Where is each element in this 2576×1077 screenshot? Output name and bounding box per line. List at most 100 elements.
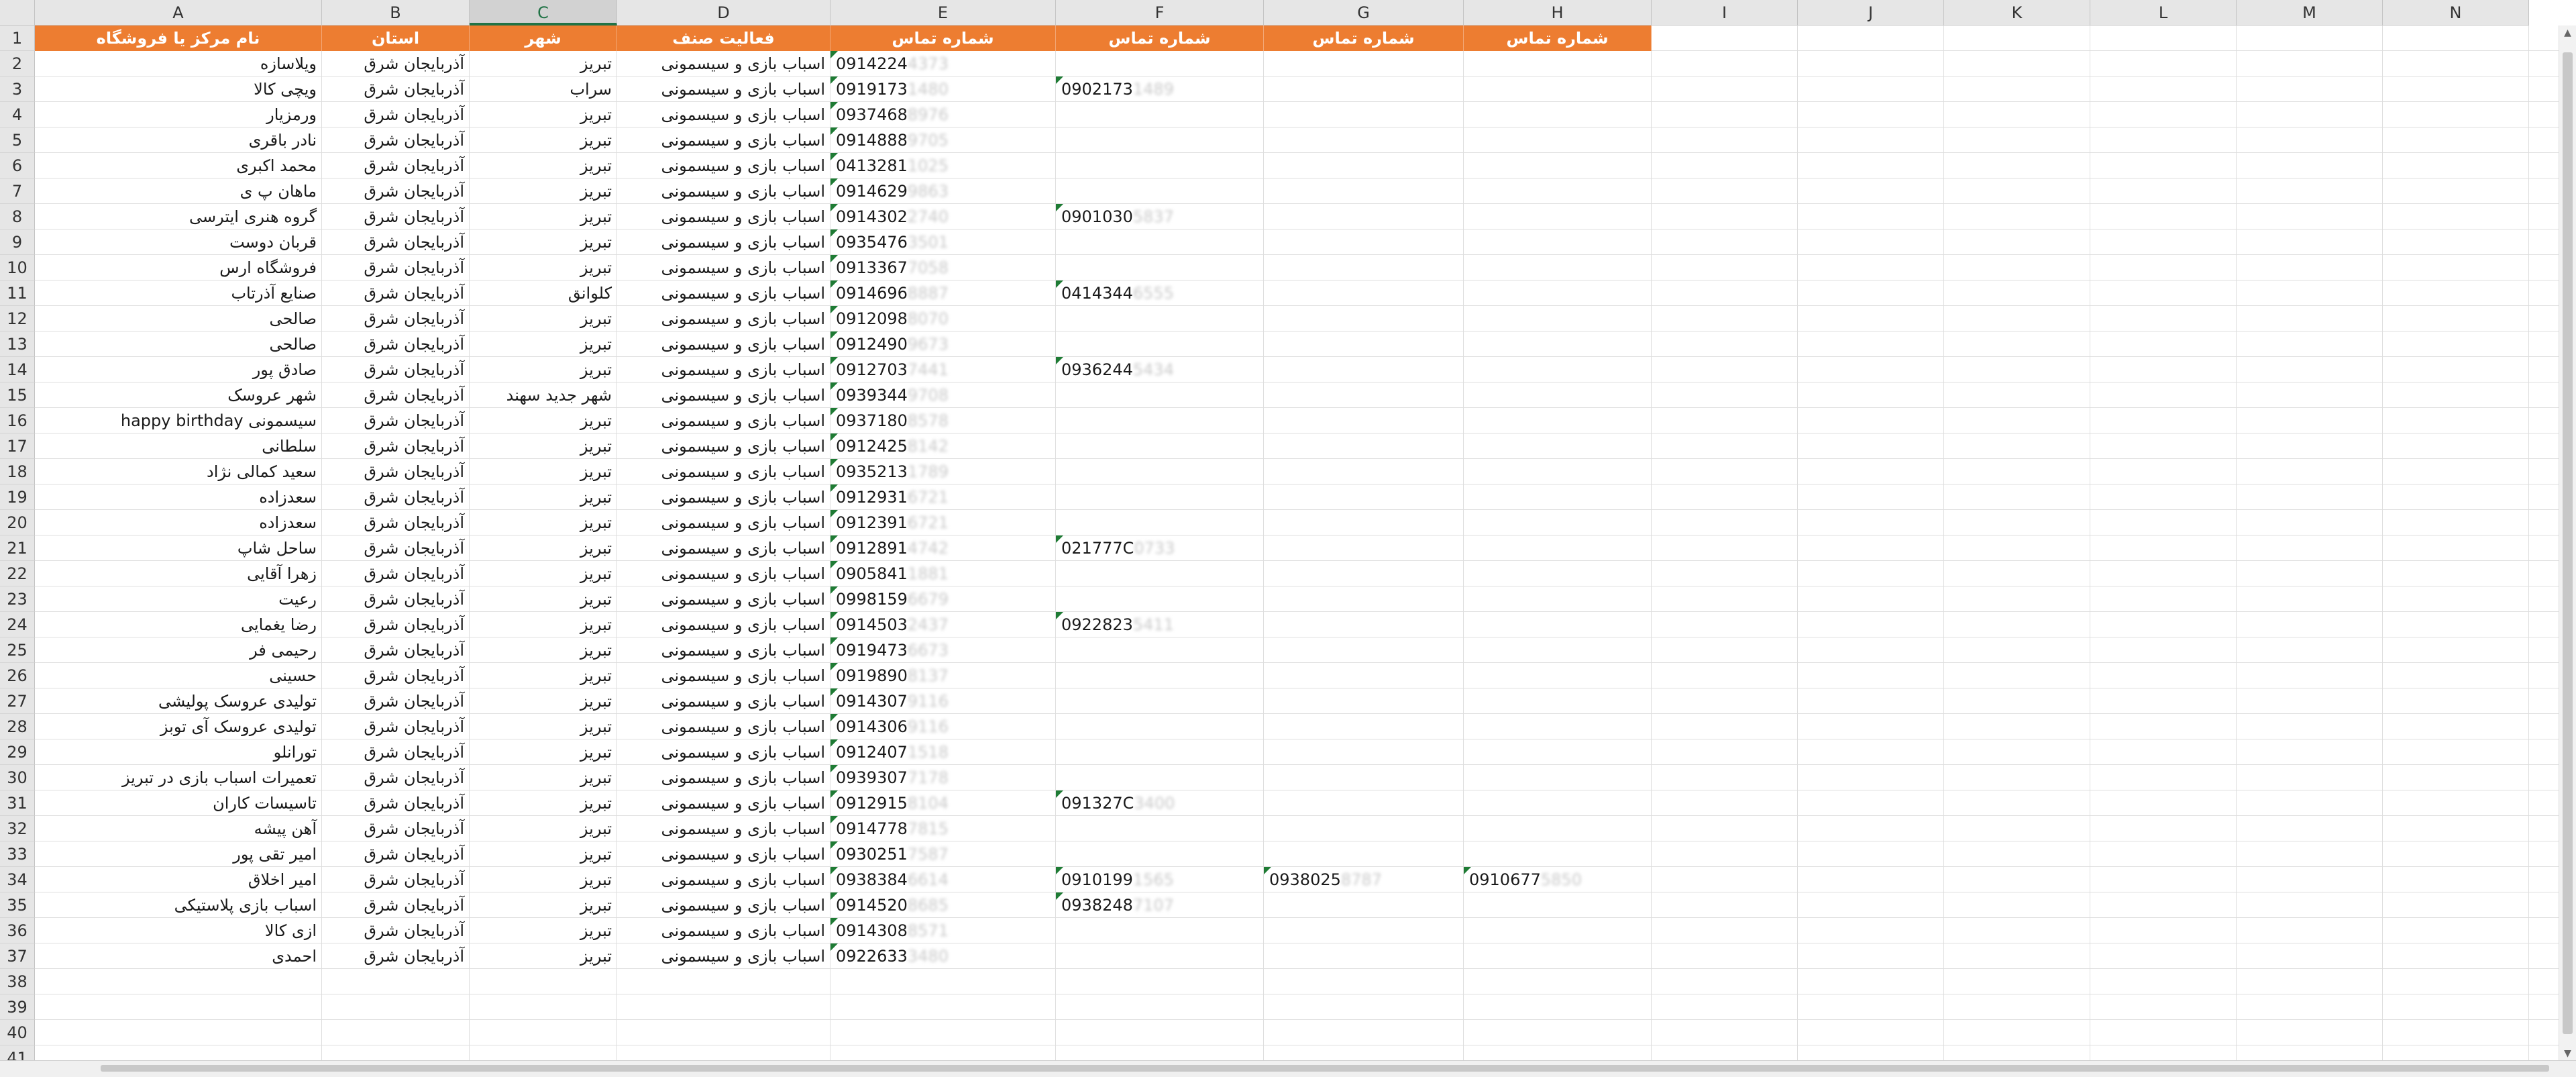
activity-cell[interactable]: اسباب بازی و سیسمونی [617,841,830,867]
header-cell-h[interactable]: شماره تماس [1464,25,1652,51]
row-header-25[interactable]: 25 [0,637,35,663]
phone-cell[interactable]: 09124071518 [830,739,1056,765]
row-header-2[interactable]: 2 [0,51,35,76]
city-cell[interactable]: تبریز [470,841,617,867]
phone-cell[interactable]: 09371808578 [830,408,1056,433]
phone-cell[interactable]: 09128914742 [830,535,1056,561]
city-cell[interactable]: تبریز [470,102,617,127]
column-header-m[interactable]: M [2237,0,2383,25]
activity-cell[interactable]: اسباب بازی و سیسمونی [617,408,830,433]
store-name-cell[interactable]: نادر باقری [35,127,322,153]
row-header-5[interactable]: 5 [0,127,35,153]
row-header-35[interactable]: 35 [0,892,35,918]
province-cell[interactable]: آذربایجان شرق [322,816,470,841]
city-cell[interactable]: تبریز [470,535,617,561]
store-name-cell[interactable]: تولیدی عروسک پولیشی [35,688,322,714]
city-cell[interactable]: تبریز [470,229,617,255]
store-name-cell[interactable]: تولیدی عروسک آی توبز [35,714,322,739]
phone-cell[interactable]: 09380258787 [1264,867,1464,892]
row-header-32[interactable]: 32 [0,816,35,841]
phone-cell[interactable]: 09106775850 [1464,867,1652,892]
row-header-37[interactable]: 37 [0,943,35,969]
store-name-cell[interactable]: تورانلو [35,739,322,765]
city-cell[interactable]: تبریز [470,867,617,892]
store-name-cell[interactable]: حسینی [35,663,322,688]
province-cell[interactable]: آذربایجان شرق [322,688,470,714]
province-cell[interactable]: آذربایجان شرق [322,459,470,484]
city-cell[interactable]: شهر جدید سهند [470,382,617,408]
city-cell[interactable]: تبریز [470,357,617,382]
phone-cell[interactable]: 09101991565 [1056,867,1264,892]
city-cell[interactable]: تبریز [470,153,617,178]
city-cell[interactable]: تبریز [470,790,617,816]
scroll-up-icon[interactable]: ▲ [2559,25,2576,40]
phone-cell[interactable]: 09142244373 [830,51,1056,76]
store-name-cell[interactable]: ورمزیار [35,102,322,127]
horizontal-scroll-thumb[interactable] [101,1065,2549,1072]
row-header-30[interactable]: 30 [0,765,35,790]
column-header-l[interactable]: L [2090,0,2237,25]
header-cell-e[interactable]: شماره تماس [830,25,1056,51]
row-header-12[interactable]: 12 [0,306,35,331]
city-cell[interactable]: تبریز [470,918,617,943]
phone-cell[interactable]: 09198908137 [830,663,1056,688]
row-header-39[interactable]: 39 [0,994,35,1020]
phone-cell[interactable]: 04132811025 [830,153,1056,178]
column-header-h[interactable]: H [1464,0,1652,25]
province-cell[interactable]: آذربایجان شرق [322,102,470,127]
city-cell[interactable]: تبریز [470,306,617,331]
column-header-b[interactable]: B [322,0,470,25]
row-header-16[interactable]: 16 [0,408,35,433]
activity-cell[interactable]: اسباب بازی و سیسمونی [617,382,830,408]
row-header-26[interactable]: 26 [0,663,35,688]
store-name-cell[interactable]: سعدزاده [35,510,322,535]
row-header-29[interactable]: 29 [0,739,35,765]
city-cell[interactable]: تبریز [470,459,617,484]
activity-cell[interactable]: اسباب بازی و سیسمونی [617,612,830,637]
row-header-14[interactable]: 14 [0,357,35,382]
city-cell[interactable]: تبریز [470,765,617,790]
phone-cell[interactable]: 09148889705 [830,127,1056,153]
row-header-10[interactable]: 10 [0,255,35,280]
column-header-c[interactable]: C [470,0,617,25]
phone-cell[interactable]: 09143069116 [830,714,1056,739]
store-name-cell[interactable]: صالحی [35,331,322,357]
store-name-cell[interactable]: رحیمی فر [35,637,322,663]
province-cell[interactable]: آذربایجان شرق [322,127,470,153]
city-cell[interactable]: تبریز [470,688,617,714]
row-header-8[interactable]: 8 [0,204,35,229]
phone-cell[interactable]: 021777C0733 [1056,535,1264,561]
column-header-d[interactable]: D [617,0,830,25]
activity-cell[interactable]: اسباب بازی و سیسمونی [617,535,830,561]
store-name-cell[interactable]: ماهان پ ی [35,178,322,204]
store-name-cell[interactable]: گروه هنری ایترسی [35,204,322,229]
store-name-cell[interactable]: زهرا آقایی [35,561,322,586]
province-cell[interactable]: آذربایجان شرق [322,331,470,357]
phone-cell[interactable]: 09123916721 [830,510,1056,535]
vertical-scrollbar[interactable]: ▲ ▼ [2559,25,2576,1061]
column-header-k[interactable]: K [1944,0,2090,25]
activity-cell[interactable]: اسباب بازی و سیسمونی [617,433,830,459]
province-cell[interactable]: آذربایجان شرق [322,867,470,892]
column-header-j[interactable]: J [1798,0,1944,25]
phone-cell[interactable]: 09010305837 [1056,204,1264,229]
activity-cell[interactable]: اسباب بازی و سیسمونی [617,918,830,943]
phone-cell[interactable]: 09383846614 [830,867,1056,892]
province-cell[interactable]: آذربایجان شرق [322,790,470,816]
province-cell[interactable]: آذربایجان شرق [322,765,470,790]
city-cell[interactable]: تبریز [470,255,617,280]
phone-cell[interactable]: 09302517587 [830,841,1056,867]
header-cell-b[interactable]: استان [322,25,470,51]
phone-cell[interactable]: 09147787815 [830,816,1056,841]
phone-cell[interactable]: 09362445434 [1056,357,1264,382]
province-cell[interactable]: آذربایجان شرق [322,153,470,178]
store-name-cell[interactable]: سیسمونی happy birthday [35,408,322,433]
activity-cell[interactable]: اسباب بازی و سیسمونی [617,127,830,153]
row-header-20[interactable]: 20 [0,510,35,535]
city-cell[interactable]: تبریز [470,51,617,76]
phone-cell[interactable]: 09127037441 [830,357,1056,382]
row-header-6[interactable]: 6 [0,153,35,178]
phone-cell[interactable]: 09228235411 [1056,612,1264,637]
city-cell[interactable]: تبریز [470,127,617,153]
city-cell[interactable]: تبریز [470,433,617,459]
